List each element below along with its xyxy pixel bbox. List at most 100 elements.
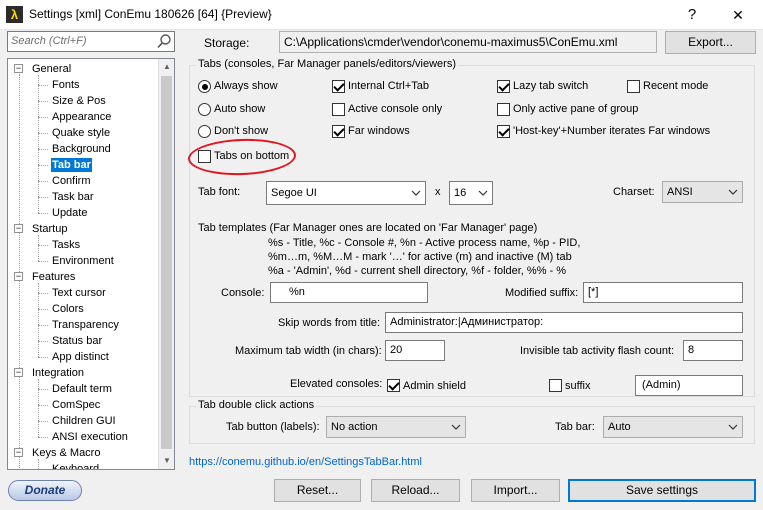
dblclick-group-title: Tab double click actions [196, 399, 317, 411]
tree-item-tab-bar[interactable]: Tab bar [51, 158, 92, 172]
scroll-up-icon[interactable]: ▲ [159, 59, 174, 75]
max-tab-width-field[interactable]: 20 [385, 340, 445, 361]
import-button[interactable]: Import... [471, 479, 560, 502]
help-button[interactable]: ? [669, 0, 715, 30]
tree-item-app-distinct[interactable]: App distinct [52, 350, 109, 364]
tree-connector [38, 283, 39, 357]
tree-item-quake-style[interactable]: Quake style [52, 126, 110, 140]
donate-button[interactable]: Donate [8, 480, 82, 501]
tree-expander-icon[interactable]: − [14, 368, 23, 377]
host-key-number-checkbox[interactable] [497, 125, 510, 138]
tab-button-action-value: No action [331, 421, 378, 433]
auto-show-label: Auto show [214, 103, 266, 115]
admin-shield-checkbox[interactable] [387, 379, 400, 392]
scroll-thumb[interactable] [161, 76, 172, 449]
tree-node-keys-macro[interactable]: Keys & Macro [32, 446, 100, 460]
auto-show-radio[interactable] [198, 103, 211, 116]
settings-tree[interactable]: ▲ ▼ − General Fonts Size & Pos Appearance Qua… [7, 58, 175, 470]
export-button[interactable]: Export... [665, 31, 756, 54]
tab-button-action-combo[interactable]: No action [326, 416, 466, 438]
tree-node-features[interactable]: Features [32, 270, 75, 284]
tree-connector [38, 149, 48, 150]
tree-item-environment[interactable]: Environment [52, 254, 114, 268]
tabs-group-title: Tabs (consoles, Far Manager panels/edito… [196, 58, 459, 70]
admin-suffix-field[interactable]: (Admin) [635, 375, 743, 396]
tree-node-integration[interactable]: Integration [32, 366, 84, 380]
tree-node-general[interactable]: General [32, 62, 71, 76]
font-size-value: 16 [454, 187, 467, 199]
tree-expander-icon[interactable]: − [14, 64, 23, 73]
far-windows-checkbox[interactable] [332, 125, 345, 138]
suffix-checkbox[interactable] [549, 379, 562, 392]
internal-ctrl-tab-label: Internal Ctrl+Tab [348, 80, 430, 92]
tree-item-ansi-execution[interactable]: ANSI execution [52, 430, 128, 444]
tree-connector [38, 245, 48, 246]
tree-item-tasks[interactable]: Tasks [52, 238, 80, 252]
help-link[interactable]: https://conemu.github.io/en/SettingsTabB… [189, 456, 422, 468]
tree-expander-icon[interactable]: − [14, 272, 23, 281]
tree-item-default-term[interactable]: Default term [52, 382, 112, 396]
tree-item-keyboard[interactable]: Keyboard [52, 462, 99, 469]
search-input[interactable]: Search (Ctrl+F) [7, 31, 175, 52]
tree-connector [38, 117, 48, 118]
tree-connector [38, 325, 48, 326]
skip-words-field[interactable]: Administrator:|Администратор: [385, 312, 743, 333]
tree-item-children-gui[interactable]: Children GUI [52, 414, 116, 428]
tree-scrollbar[interactable]: ▲ ▼ [158, 59, 174, 469]
tree-connector [38, 341, 48, 342]
save-settings-button[interactable]: Save settings [568, 479, 756, 502]
tree-item-size-pos[interactable]: Size & Pos [52, 94, 106, 108]
tree-item-update[interactable]: Update [52, 206, 87, 220]
tab-bar-action-combo[interactable]: Auto [603, 416, 743, 438]
modified-suffix-field[interactable]: [*] [583, 282, 743, 303]
lazy-tab-switch-label: Lazy tab switch [513, 80, 589, 92]
window-title: Settings [xml] ConEmu 180626 [64] {Previ… [29, 7, 272, 21]
tree-item-confirm[interactable]: Confirm [52, 174, 91, 188]
dont-show-label: Don't show [214, 125, 269, 137]
lazy-tab-switch-checkbox[interactable] [497, 80, 510, 93]
dont-show-radio[interactable] [198, 125, 211, 138]
tree-item-task-bar[interactable]: Task bar [52, 190, 94, 204]
tree-connector [38, 309, 48, 310]
console-template-field[interactable]: %n [270, 282, 428, 303]
tree-item-background[interactable]: Background [52, 142, 111, 156]
tree-connector [38, 421, 48, 422]
tree-item-comspec[interactable]: ComSpec [52, 398, 100, 412]
only-active-pane-checkbox[interactable] [497, 103, 510, 116]
tree-item-status-bar[interactable]: Status bar [52, 334, 102, 348]
skip-words-label: Skip words from title: [278, 317, 381, 329]
search-icon[interactable] [156, 33, 172, 50]
tree-expander-icon[interactable]: − [14, 224, 23, 233]
close-button[interactable]: ✕ [715, 0, 761, 30]
tree-item-transparency[interactable]: Transparency [52, 318, 119, 332]
charset-combo[interactable]: ANSI [662, 181, 743, 203]
always-show-radio[interactable] [198, 80, 211, 93]
tree-item-appearance[interactable]: Appearance [52, 110, 111, 124]
active-console-only-label: Active console only [348, 103, 443, 115]
tab-font-combo[interactable]: Segoe UI [266, 181, 426, 205]
tree-connector [38, 469, 48, 470]
conemu-app-icon[interactable]: λ [6, 6, 23, 23]
font-size-combo[interactable]: 16 [449, 181, 493, 205]
recent-mode-checkbox[interactable] [627, 80, 640, 93]
tree-connector [38, 165, 48, 166]
tab-templates-title: Tab templates (Far Manager ones are loca… [198, 222, 538, 234]
console-label: Console: [221, 287, 265, 299]
tab-templates-line-1: %s - Title, %c - Console #, %n - Active … [268, 237, 581, 249]
tree-node-startup[interactable]: Startup [32, 222, 67, 236]
tree-connector [38, 459, 39, 469]
scroll-down-icon[interactable]: ▼ [159, 453, 174, 469]
tree-connector [38, 379, 39, 437]
tree-item-text-cursor[interactable]: Text cursor [52, 286, 106, 300]
tree-expander-icon[interactable]: − [14, 448, 23, 457]
tab-templates-line-2: %m…m, %M…M - mark '…' for active (m) and… [268, 251, 572, 263]
tree-item-fonts[interactable]: Fonts [52, 78, 80, 92]
tree-item-colors[interactable]: Colors [52, 302, 84, 316]
storage-path-field[interactable]: C:\Applications\cmder\vendor\conemu-maxi… [279, 31, 657, 53]
active-console-only-checkbox[interactable] [332, 103, 345, 116]
flash-count-field[interactable]: 8 [683, 340, 743, 361]
reset-button[interactable]: Reset... [274, 479, 361, 502]
tab-templates-line-3: %a - 'Admin', %d - current shell directo… [268, 265, 567, 277]
internal-ctrl-tab-checkbox[interactable] [332, 80, 345, 93]
reload-button[interactable]: Reload... [371, 479, 460, 502]
